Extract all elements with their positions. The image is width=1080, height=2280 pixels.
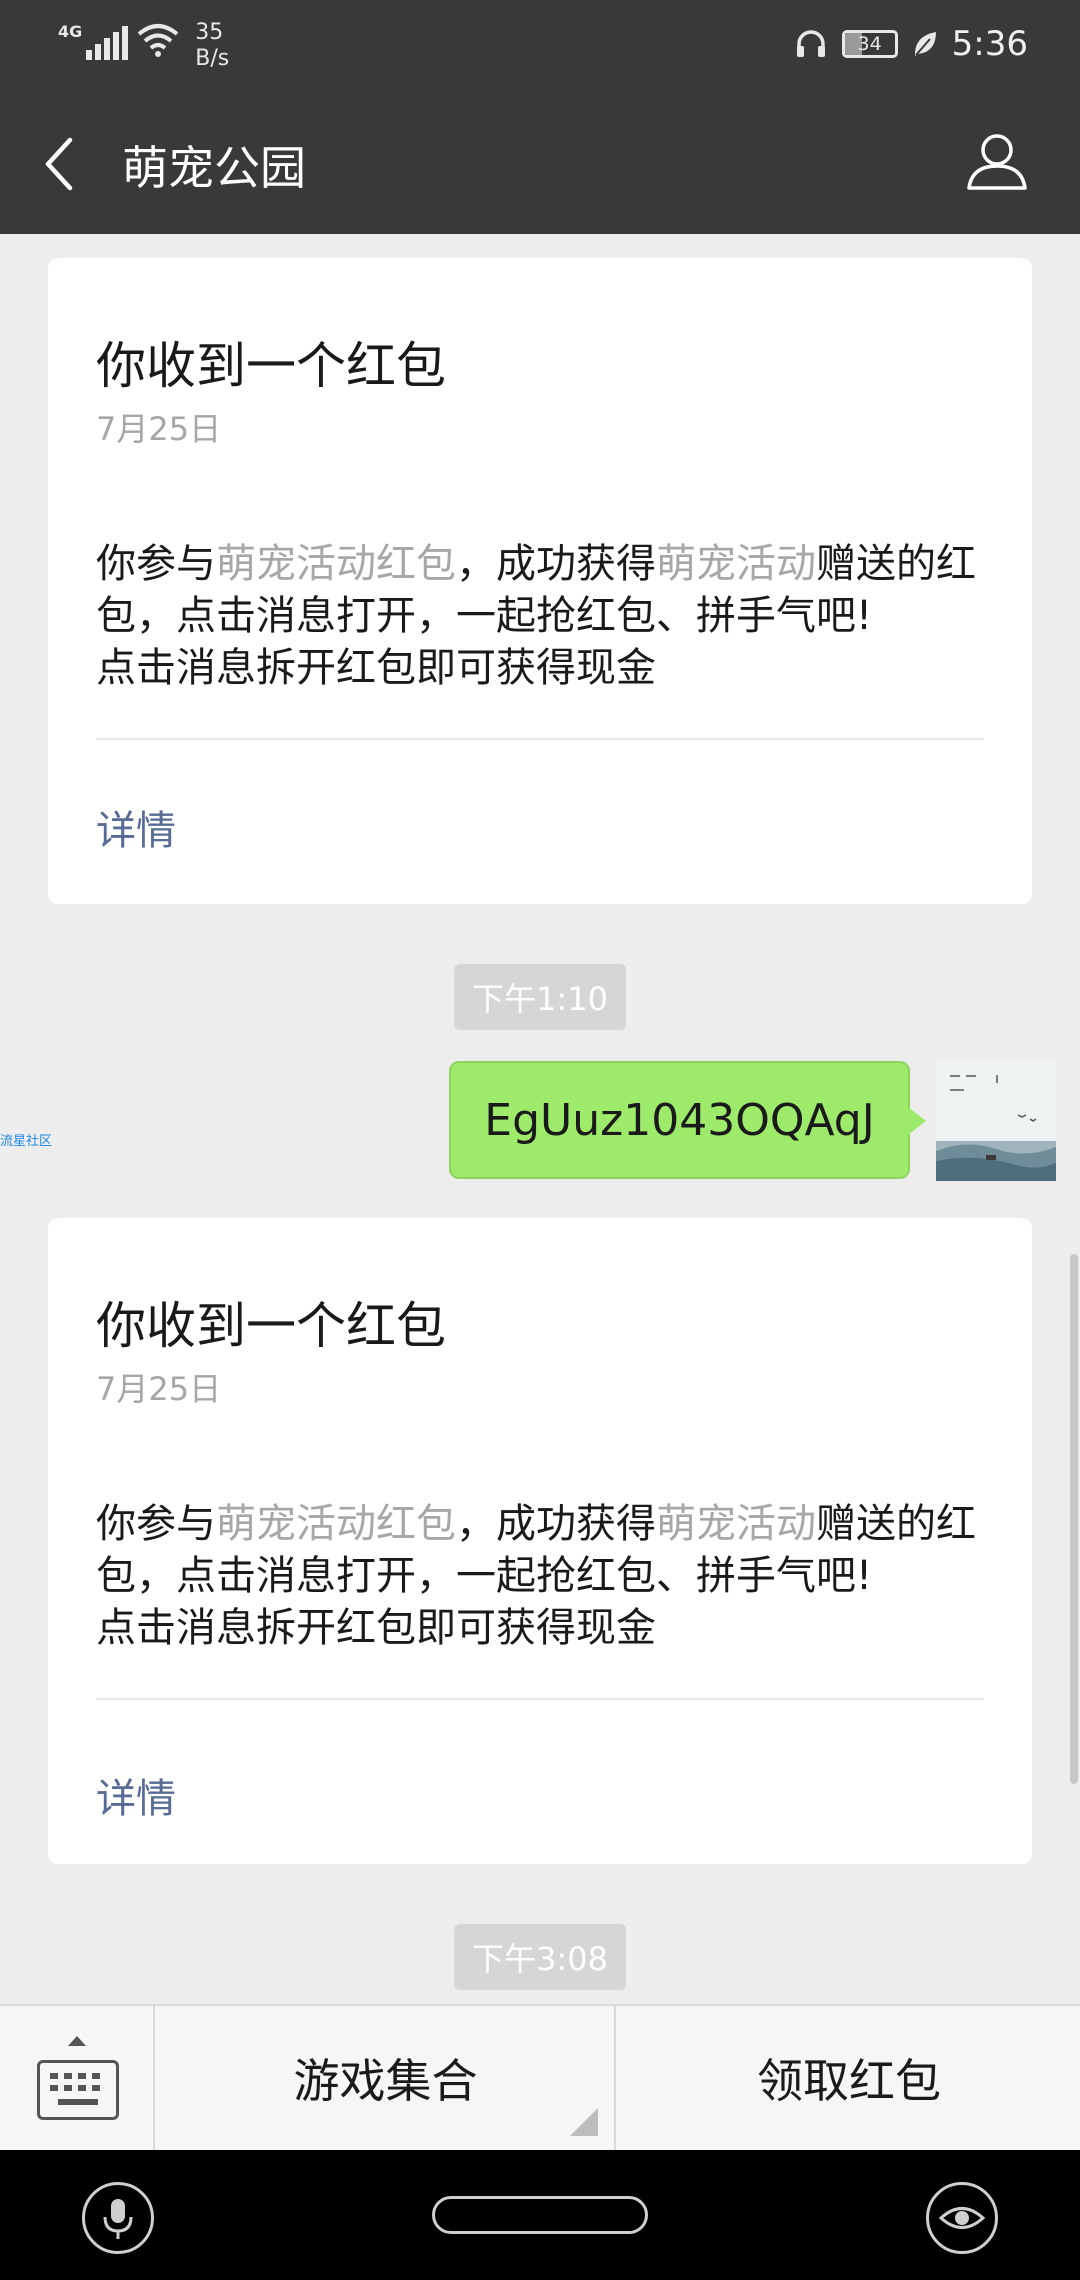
chat-area[interactable]: 你收到一个红包 7月25日 你参与萌宠活动红包，成功获得萌宠活动赠送的红包，点击… xyxy=(0,234,1080,2004)
menu-item-label: 领取红包 xyxy=(757,2054,941,2108)
battery-level: 34 xyxy=(857,33,882,55)
card-body-text: 你参与 xyxy=(96,541,216,587)
eye-icon xyxy=(938,2207,986,2229)
menu-item-claim-red-packet[interactable]: 领取红包 xyxy=(618,2006,1080,2150)
microphone-button[interactable] xyxy=(82,2182,154,2254)
nav-bar: 萌宠公园 xyxy=(0,96,1080,234)
card-body-text: ，成功获得 xyxy=(456,541,656,587)
card-body: 你参与萌宠活动红包，成功获得萌宠活动赠送的红包，点击消息打开，一起抢红包、拼手气… xyxy=(96,538,986,694)
page-title: 萌宠公园 xyxy=(122,141,306,195)
wifi-icon xyxy=(137,24,179,57)
card-divider xyxy=(96,738,984,740)
card-body-highlight: 萌宠活动 xyxy=(656,1501,816,1547)
card-title: 你收到一个红包 xyxy=(96,337,446,395)
card-title: 你收到一个红包 xyxy=(96,1297,446,1355)
details-link[interactable]: 详情 xyxy=(96,1766,176,1824)
network-type: 4G xyxy=(58,22,83,41)
clock: 5:36 xyxy=(951,24,1028,64)
card-body-highlight: 萌宠活动 xyxy=(656,541,816,587)
card-body-text: 点击消息拆开红包即可获得现金 xyxy=(96,1605,656,1651)
timestamp: 下午1:10 xyxy=(454,964,626,1030)
system-nav-bar xyxy=(0,2150,1080,2280)
status-bar: 4G 35 B/s 34 5:36 xyxy=(0,0,1080,96)
microphone-icon xyxy=(103,2199,133,2239)
message-bubble[interactable]: EgUuz1043OQAqJ xyxy=(449,1061,926,1179)
status-left: 4G 35 B/s xyxy=(58,20,229,72)
card-body-text: 点击消息拆开红包即可获得现金 xyxy=(96,645,656,691)
speed-unit: B/s xyxy=(195,46,230,71)
details-link[interactable]: 详情 xyxy=(96,798,176,856)
network-speed: 35 B/s xyxy=(195,20,229,72)
caret-up-icon xyxy=(68,2036,86,2046)
submenu-indicator-icon xyxy=(570,2108,598,2136)
card-body-highlight: 萌宠活动红包 xyxy=(216,541,456,587)
leaf-icon xyxy=(914,32,936,56)
red-packet-card[interactable]: 你收到一个红包 7月25日 你参与萌宠活动红包，成功获得萌宠活动赠送的红包，点击… xyxy=(48,258,1032,904)
eye-button[interactable] xyxy=(926,2182,998,2254)
battery-icon: 34 xyxy=(841,30,898,58)
red-packet-card[interactable]: 你收到一个红包 7月25日 你参与萌宠活动红包，成功获得萌宠活动赠送的红包，点击… xyxy=(48,1218,1032,1864)
message-text: EgUuz1043OQAqJ xyxy=(484,1094,875,1146)
timestamp: 下午3:08 xyxy=(454,1924,626,1990)
bottom-menu: 游戏集合 领取红包 xyxy=(0,2004,1080,2150)
keyboard-icon xyxy=(37,2060,119,2120)
menu-item-games[interactable]: 游戏集合 xyxy=(157,2006,616,2150)
card-body: 你参与萌宠活动红包，成功获得萌宠活动赠送的红包，点击消息打开，一起抢红包、拼手气… xyxy=(96,1498,986,1654)
card-date: 7月25日 xyxy=(96,410,222,448)
card-body-text: 你参与 xyxy=(96,1501,216,1547)
headphones-icon xyxy=(796,30,825,57)
avatar-image xyxy=(936,1061,1056,1181)
card-date: 7月25日 xyxy=(96,1370,222,1408)
home-button[interactable] xyxy=(432,2196,648,2234)
back-arrow-icon[interactable] xyxy=(40,134,80,194)
keyboard-toggle-button[interactable] xyxy=(0,2006,155,2150)
card-divider xyxy=(96,1698,984,1700)
signal-icon xyxy=(86,24,131,60)
avatar[interactable] xyxy=(936,1061,1056,1181)
menu-item-label: 游戏集合 xyxy=(293,2054,478,2108)
side-tag: 流星社区 xyxy=(0,1134,53,1149)
scrollbar[interactable] xyxy=(1070,1254,1078,1784)
card-body-highlight: 萌宠活动红包 xyxy=(216,1501,456,1547)
speed-value: 35 xyxy=(195,20,224,45)
profile-icon[interactable] xyxy=(966,130,1028,192)
status-right: 34 5:36 xyxy=(794,24,1028,64)
card-body-text: ，成功获得 xyxy=(456,1501,656,1547)
